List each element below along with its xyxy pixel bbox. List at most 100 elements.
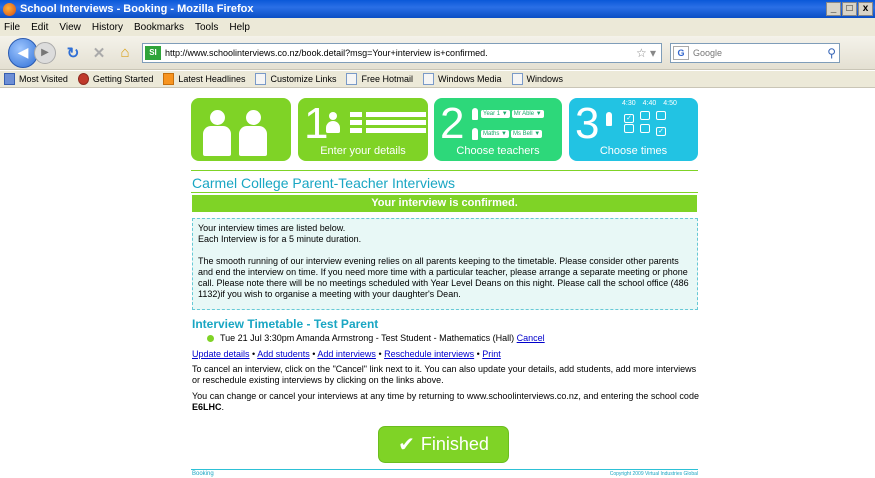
page-content: 1 Enter your details 2 Year 1 ▼ Mr Able … — [0, 88, 875, 478]
bookmark-customize-links[interactable]: Customize Links — [255, 73, 336, 85]
stop-icon[interactable]: ✕ — [90, 44, 108, 62]
divider — [191, 192, 698, 193]
bookmark-most-visited[interactable]: Most Visited — [4, 73, 68, 85]
url-text: http://www.schoolinterviews.co.nz/book.d… — [165, 47, 488, 58]
menu-edit[interactable]: Edit — [31, 22, 48, 33]
page-icon — [423, 73, 434, 85]
rss-icon — [163, 73, 175, 85]
add-students-link[interactable]: Add students — [257, 349, 310, 359]
cancel-instructions: To cancel an interview, click on the "Ca… — [192, 364, 697, 385]
menu-tools[interactable]: Tools — [195, 22, 218, 33]
forward-arrow-icon: ▶ — [41, 47, 49, 58]
bookmark-label: Customize Links — [270, 74, 337, 84]
step-choose-times: 3 4:30 4:40 4:50 ✓ ✓ Choose times — [569, 98, 698, 161]
checkmark-icon: ✔ — [398, 434, 415, 456]
most-visited-icon — [4, 73, 15, 85]
bookmark-label: Windows — [526, 74, 564, 84]
checkbox-icon — [640, 111, 650, 120]
menu-file[interactable]: File — [4, 22, 20, 33]
bookmark-label: Free Hotmail — [361, 74, 413, 84]
reschedule-interviews-link[interactable]: Reschedule interviews — [384, 349, 474, 359]
step-choose-teachers: 2 Year 1 ▼ Mr Able ▼ Maths ▼ Ms Bell ▼ C… — [434, 98, 562, 161]
checkbox-row: ✓ — [624, 111, 672, 123]
bookmark-free-hotmail[interactable]: Free Hotmail — [346, 73, 413, 85]
form-lines-icon — [350, 112, 426, 136]
person-icon — [326, 112, 340, 133]
url-bar[interactable]: SI http://www.schoolinterviews.co.nz/boo… — [142, 42, 662, 63]
change-text-end: . — [221, 402, 225, 412]
teacher-row: Year 1 ▼ Mr Able ▼ — [472, 108, 546, 120]
menu-history[interactable]: History — [92, 22, 123, 33]
step-enter-details: 1 Enter your details — [298, 98, 428, 161]
confirmation-banner: Your interview is confirmed. — [192, 195, 697, 212]
step-number: 3 — [575, 99, 600, 148]
time-labels: 4:30 4:40 4:50 — [622, 100, 677, 107]
window-titlebar: School Interviews - Booking - Mozilla Fi… — [0, 0, 875, 18]
finished-button[interactable]: ✔ Finished — [378, 426, 509, 463]
appointment-item: Tue 21 Jul 3:30pm Amanda Armstrong - Tes… — [207, 333, 545, 343]
update-details-link[interactable]: Update details — [192, 349, 250, 359]
cancel-link[interactable]: Cancel — [517, 333, 545, 343]
year-select: Year 1 ▼ — [481, 110, 510, 118]
action-links: Update details • Add students • Add inte… — [192, 349, 501, 359]
bookmark-windows-media[interactable]: Windows Media — [423, 73, 502, 85]
minimize-button[interactable]: _ — [826, 2, 841, 16]
parent-icon — [239, 110, 267, 156]
bookmarks-toolbar: Most Visited Getting Started Latest Head… — [0, 71, 875, 88]
checked-icon: ✓ — [656, 127, 666, 136]
footer-copyright: Copyright 2009 Virtual Industries Global — [609, 471, 698, 477]
search-box[interactable]: G Google ⚲ — [670, 42, 840, 63]
reload-icon[interactable]: ↻ — [64, 44, 82, 62]
checkbox-icon — [656, 111, 666, 120]
info-paragraph: The smooth running of our interview even… — [198, 256, 689, 299]
bookmark-label: Getting Started — [92, 74, 154, 84]
google-icon[interactable]: G — [673, 45, 689, 60]
print-link[interactable]: Print — [482, 349, 501, 359]
menu-bar: File Edit View History Bookmarks Tools H… — [0, 18, 875, 36]
home-icon[interactable]: ⌂ — [116, 44, 134, 62]
bookmark-latest-headlines[interactable]: Latest Headlines — [163, 73, 245, 85]
search-icon[interactable]: ⚲ — [827, 46, 836, 60]
step-label: Choose times — [599, 145, 668, 157]
bookmark-getting-started[interactable]: Getting Started — [77, 73, 154, 85]
forward-button[interactable]: ▶ — [34, 41, 56, 64]
add-interviews-link[interactable]: Add interviews — [317, 349, 376, 359]
maximize-button[interactable]: □ — [842, 2, 857, 16]
finished-label: Finished — [420, 434, 489, 454]
person-icon — [606, 112, 615, 126]
step-label: Choose teachers — [456, 145, 540, 157]
bookmark-label: Most Visited — [19, 74, 68, 84]
subject-select: Maths ▼ — [481, 130, 509, 138]
parent-icon — [203, 110, 231, 156]
timetable-title: Interview Timetable - Test Parent — [192, 317, 379, 331]
teacher-row: Maths ▼ Ms Bell ▼ — [472, 128, 544, 140]
page-title: Carmel College Parent-Teacher Interviews — [192, 175, 455, 191]
bullet-icon — [207, 334, 214, 342]
menu-view[interactable]: View — [59, 22, 81, 33]
page-icon — [346, 73, 358, 85]
info-line: Your interview times are listed below. — [198, 223, 346, 233]
separator: • — [375, 349, 385, 359]
site-favicon: SI — [145, 45, 161, 60]
menu-help[interactable]: Help — [229, 22, 250, 33]
time-label: 4:50 — [663, 100, 677, 107]
menu-bookmarks[interactable]: Bookmarks — [134, 22, 184, 33]
info-line: Each Interview is for a 5 minute duratio… — [198, 234, 362, 244]
change-text: You can change or cancel your interviews… — [192, 391, 699, 401]
info-box: Your interview times are listed below. E… — [192, 218, 698, 310]
bookmark-windows[interactable]: Windows — [511, 73, 564, 85]
bookmark-star-icon[interactable]: ☆ ▾ — [631, 46, 661, 60]
page-icon — [511, 73, 523, 85]
teacher-select: Mr Able ▼ — [511, 110, 544, 118]
back-arrow-icon: ◀ — [17, 44, 29, 60]
footer-left: Booking — [192, 471, 214, 477]
navigation-toolbar: ◀ ▶ ↻ ✕ ⌂ SI http://www.schoolinterviews… — [0, 36, 875, 70]
close-button[interactable]: x — [858, 2, 873, 16]
school-code: E6LHC — [192, 402, 222, 412]
change-instructions: You can change or cancel your interviews… — [192, 391, 702, 413]
teacher-select: Ms Bell ▼ — [510, 130, 543, 138]
firefox-icon — [3, 2, 16, 16]
search-placeholder: Google — [693, 47, 723, 58]
time-label: 4:40 — [642, 100, 657, 107]
divider — [191, 170, 698, 171]
